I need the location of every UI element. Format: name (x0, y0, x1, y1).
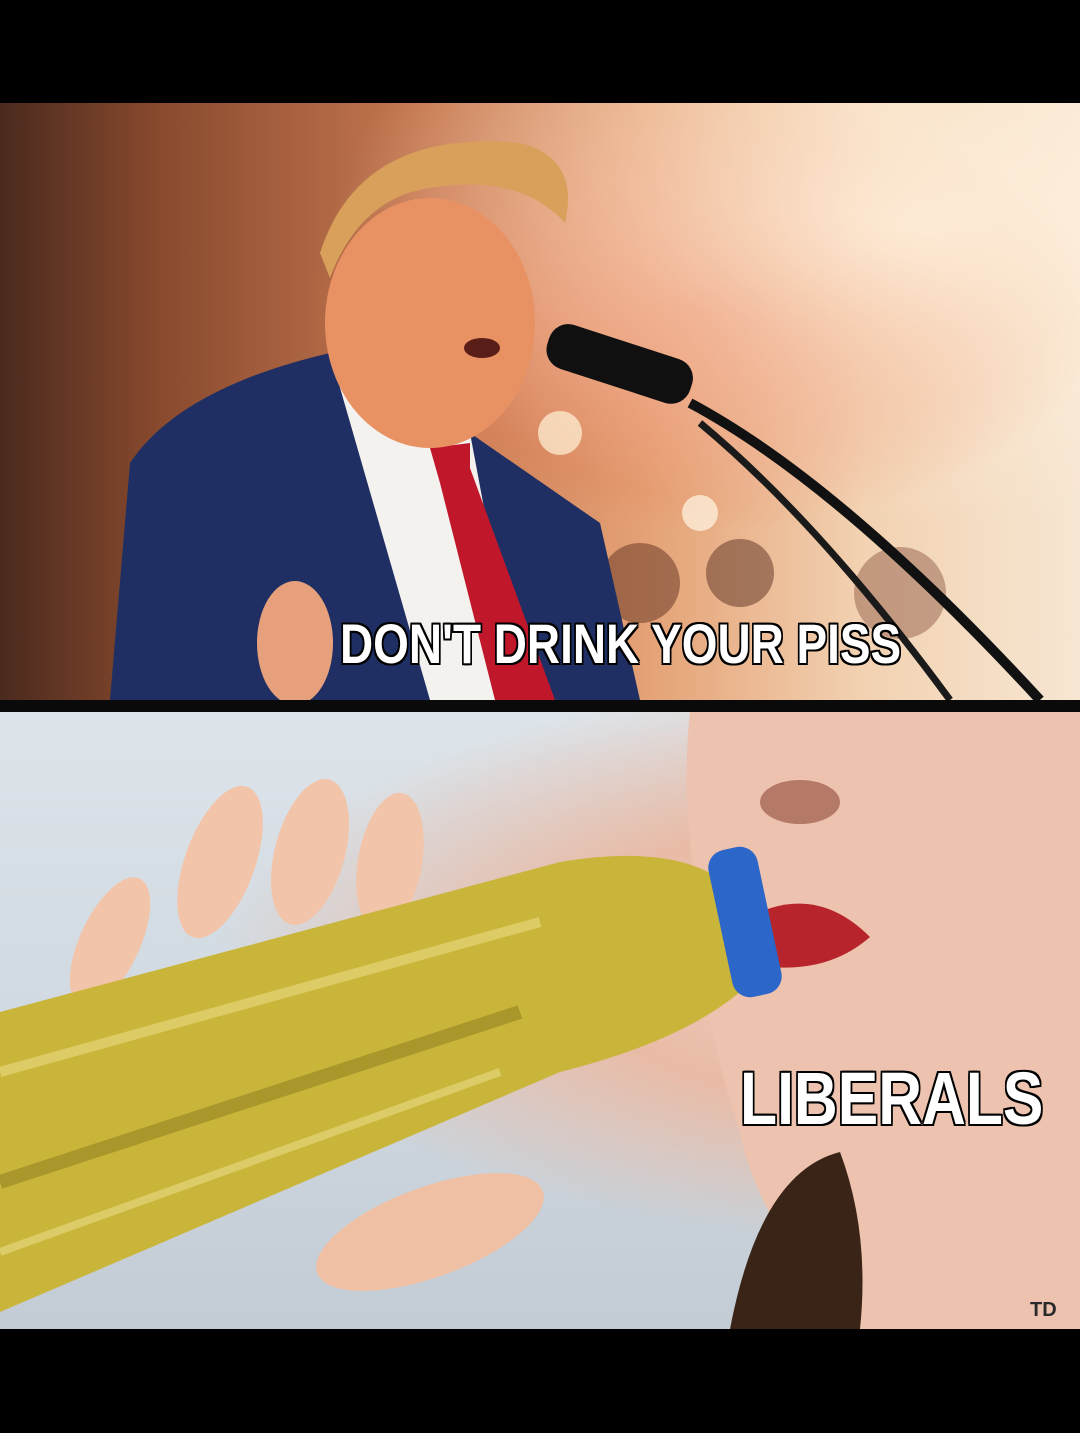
panel-divider (0, 700, 1080, 712)
top-caption: DON'T DRINK YOUR PISS (340, 612, 902, 675)
speaker-illustration (110, 141, 1044, 700)
face-shape (686, 712, 1080, 1329)
drinking-illustration (0, 712, 1080, 1329)
bottom-caption: LIBERALS (740, 1057, 1044, 1140)
head-shape (325, 198, 535, 448)
bottom-panel-photo (0, 712, 1080, 1329)
bottom-black-bar (0, 1329, 1080, 1433)
watermark-text: TD (1030, 1299, 1057, 1321)
microphone-shape (546, 324, 693, 404)
top-black-bar (0, 0, 1080, 103)
top-panel-photo (0, 103, 1080, 700)
